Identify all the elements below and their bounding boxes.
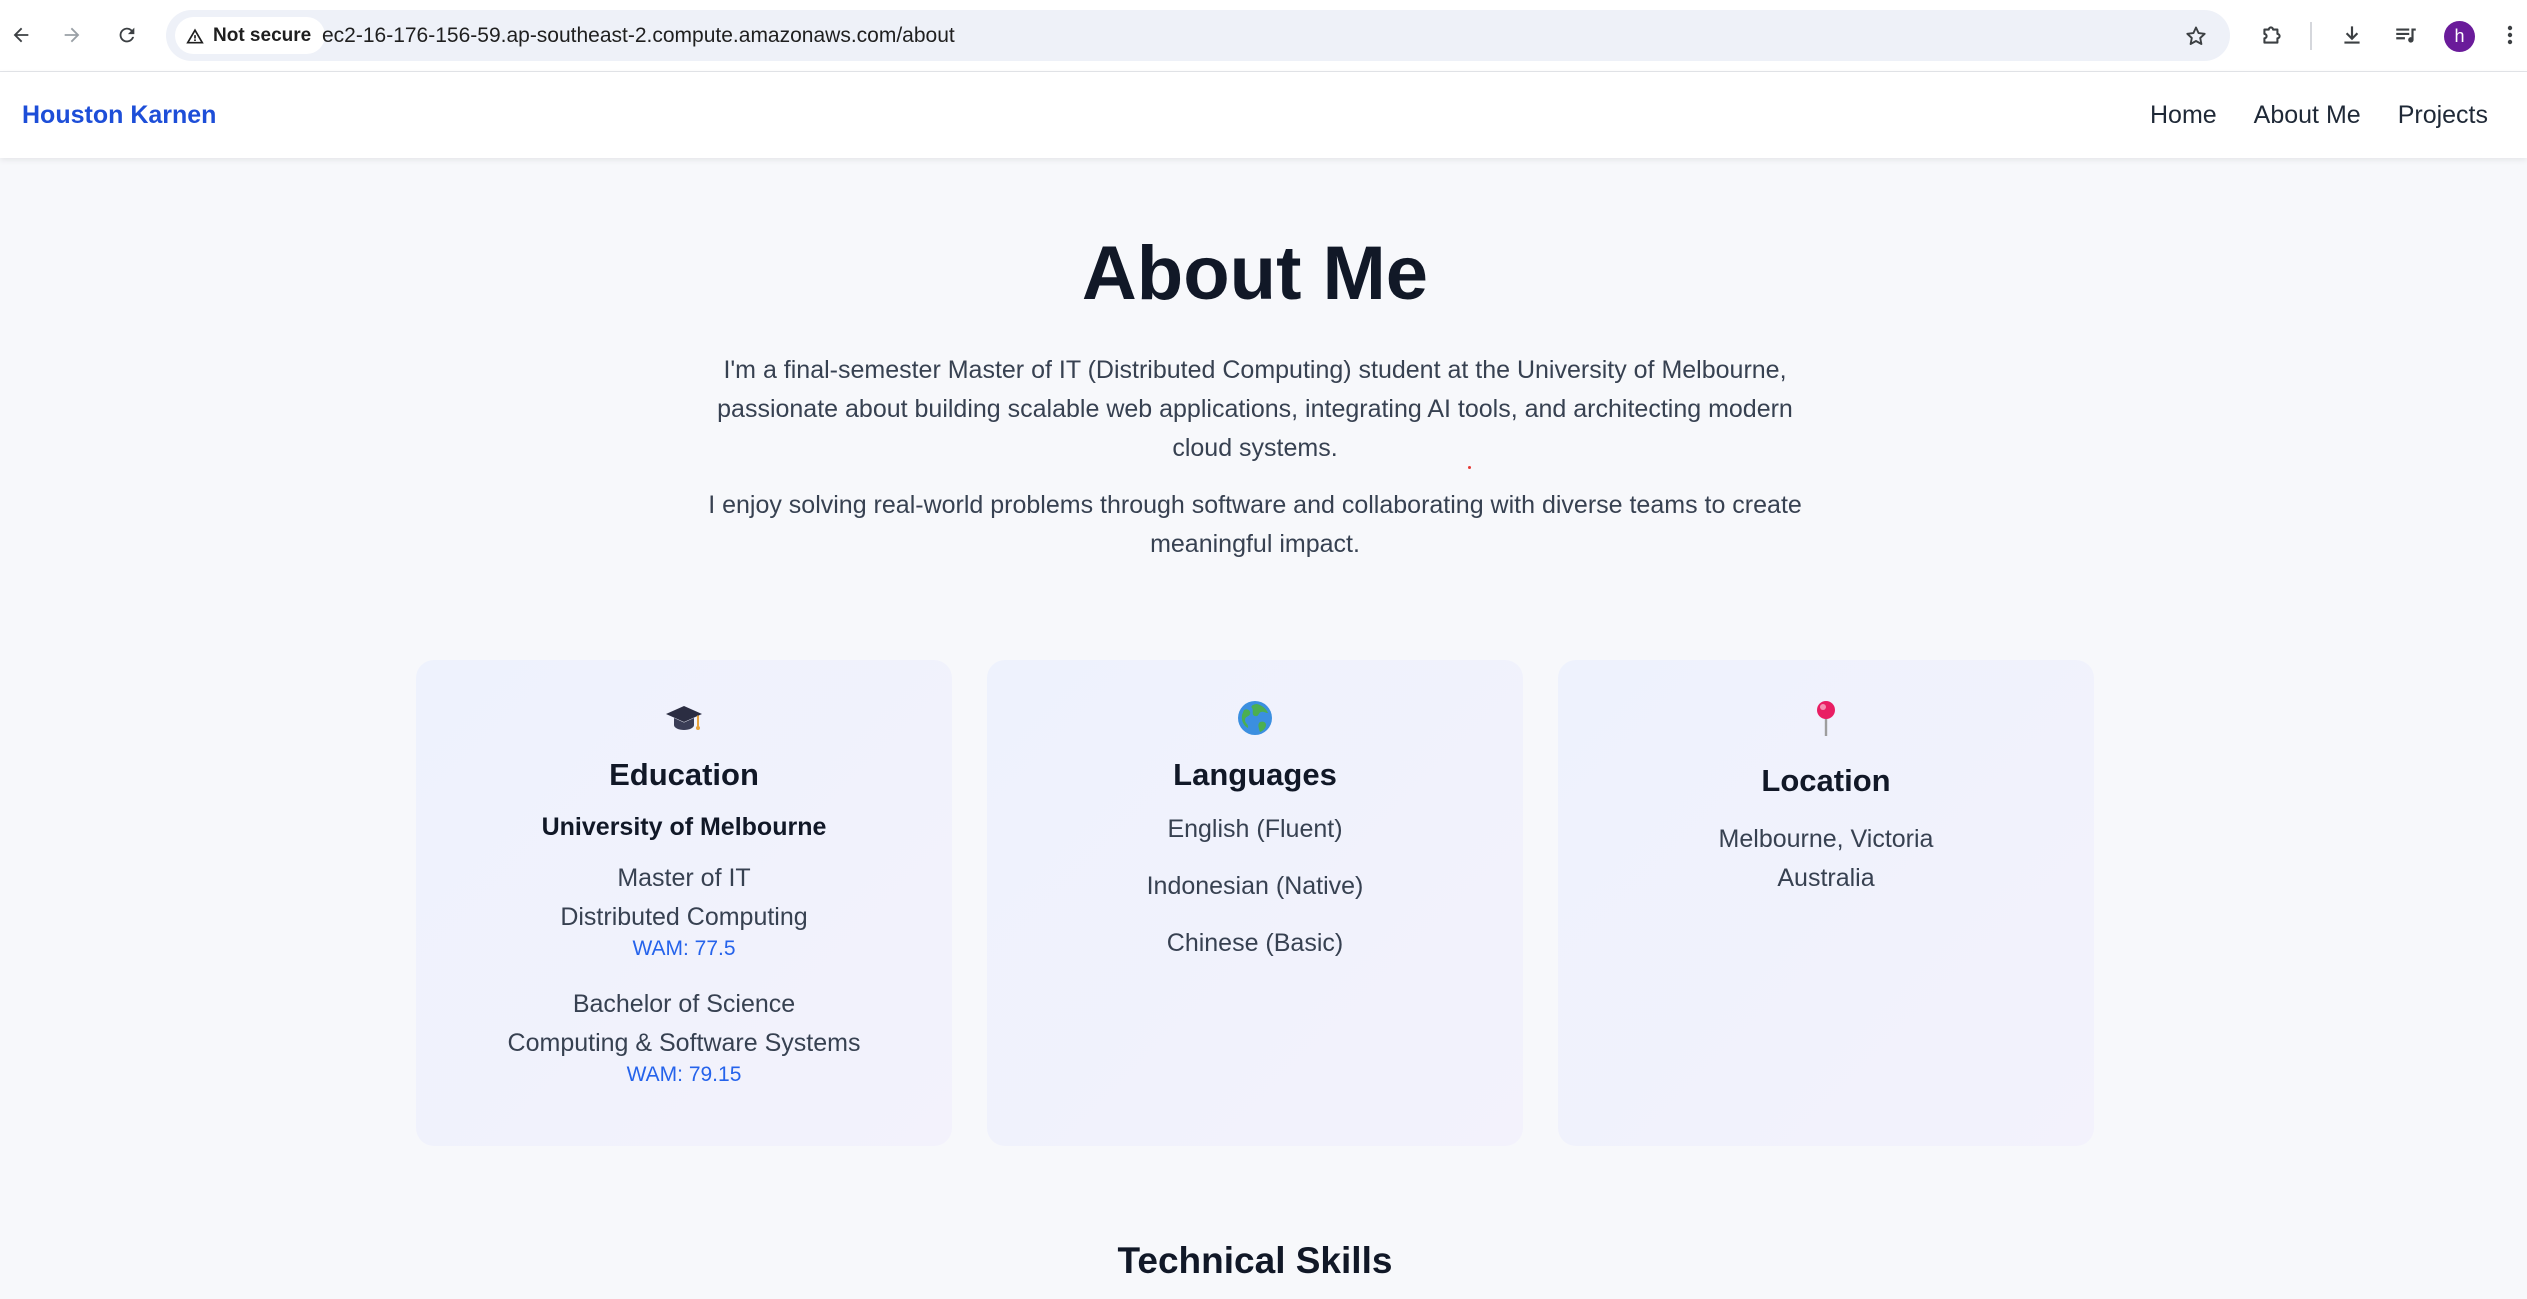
address-bar[interactable]: Not secure ec2-16-176-156-59.ap-southeas… [166, 10, 2230, 61]
download-icon [2344, 26, 2360, 44]
bachelor-degree-title: Bachelor of Science [572, 990, 796, 1018]
location-city: Melbourne, Victoria [1718, 825, 1934, 853]
more-vertical-icon [2507, 25, 2513, 45]
url-text: ec2-16-176-156-59.ap-southeast-2.compute… [322, 24, 955, 47]
language-item: Chinese (Basic) [1166, 929, 1344, 957]
back-button[interactable] [4, 18, 38, 52]
master-degree-title: Master of IT [617, 864, 751, 892]
cursor-dot [1468, 466, 1471, 469]
languages-card: Languages English (Fluent) Indonesian (N… [987, 660, 1523, 1146]
site-header: Houston Karnen Home About Me Projects [0, 72, 2527, 158]
main-nav: Home About Me Projects [2150, 72, 2488, 158]
media-controls-button[interactable] [2389, 18, 2423, 52]
playlist-icon [2396, 28, 2416, 43]
toolbar-divider [2310, 22, 2312, 50]
location-title: Location [1761, 763, 1891, 798]
education-card: Education University of Melbourne Master… [416, 660, 952, 1146]
master-degree-major: Distributed Computing [560, 903, 808, 931]
browser-toolbar: Not secure ec2-16-176-156-59.ap-southeas… [0, 0, 2527, 72]
education-title: Education [609, 757, 759, 792]
language-item: Indonesian (Native) [1146, 872, 1364, 900]
warning-icon [186, 28, 204, 43]
reload-icon [119, 27, 135, 43]
location-text: Melbourne, Victoria Australia [1558, 820, 2094, 898]
location-country: Australia [1777, 864, 1875, 892]
forward-arrow-icon [64, 27, 80, 43]
university-name: University of Melbourne [541, 813, 827, 841]
bookmark-button[interactable] [2180, 20, 2212, 52]
site-security-chip[interactable]: Not secure [175, 17, 326, 54]
star-icon [2186, 26, 2206, 45]
about-cards: Education University of Melbourne Master… [416, 660, 2096, 1146]
language-item: English (Fluent) [1167, 815, 1343, 843]
browser-menu-button[interactable] [2500, 18, 2520, 52]
technical-skills-heading: Technical Skills [1117, 1240, 1393, 1281]
profile-avatar[interactable]: h [2444, 21, 2475, 52]
security-label: Not secure [213, 24, 312, 46]
graduation-cap-icon [416, 698, 952, 738]
languages-title: Languages [1173, 757, 1337, 792]
intro-paragraph-1: I'm a final-semester Master of IT (Distr… [717, 356, 1793, 462]
brand-link[interactable]: Houston Karnen [22, 72, 216, 158]
globe-icon [987, 698, 1523, 738]
reload-button[interactable] [110, 18, 144, 52]
nav-projects[interactable]: Projects [2398, 101, 2488, 130]
downloads-button[interactable] [2335, 18, 2369, 52]
extensions-button[interactable] [2255, 18, 2289, 52]
map-pin-icon [1558, 698, 2094, 738]
bachelor-degree: Bachelor of Science Computing & Software… [416, 985, 952, 1063]
bachelor-wam: WAM: 79.15 [626, 1063, 742, 1086]
intro-paragraph-2: I enjoy solving real-world problems thro… [708, 491, 1802, 558]
master-degree: Master of IT Distributed Computing [416, 859, 952, 937]
forward-button[interactable] [55, 18, 89, 52]
master-wam: WAM: 77.5 [632, 937, 736, 960]
page-title: About Me [1081, 231, 1429, 316]
location-card: Location Melbourne, Victoria Australia [1558, 660, 2094, 1146]
nav-about-me[interactable]: About Me [2254, 101, 2361, 130]
back-arrow-icon [13, 27, 29, 43]
nav-home[interactable]: Home [2150, 101, 2217, 130]
puzzle-icon [2263, 26, 2281, 44]
bachelor-degree-major: Computing & Software Systems [507, 1029, 861, 1057]
